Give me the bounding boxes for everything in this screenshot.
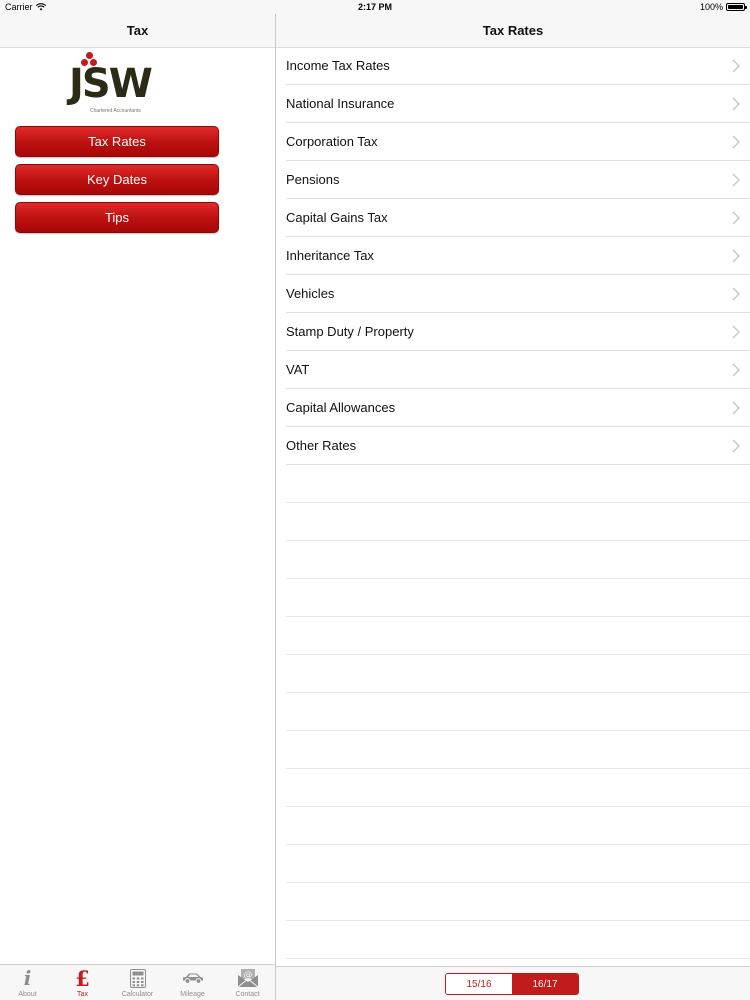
chevron-right-icon	[732, 211, 740, 225]
battery-icon	[726, 3, 747, 11]
tab-contact[interactable]: @ Contact	[220, 965, 275, 1000]
empty-row	[286, 845, 750, 883]
logo-wordmark: JSW	[69, 61, 153, 107]
chevron-right-icon	[732, 59, 740, 73]
list-item-corporation-tax[interactable]: Corporation Tax	[286, 123, 750, 161]
chevron-right-icon	[732, 135, 740, 149]
list-item-label: Capital Gains Tax	[286, 210, 388, 225]
chevron-right-icon	[732, 287, 740, 301]
list-item-label: Pensions	[286, 172, 340, 187]
tax-year-selector: 15/16 16/17	[445, 973, 579, 995]
tab-label: Calculator	[121, 991, 154, 998]
envelope-icon: @	[220, 967, 275, 989]
tax-menu: Tax Rates Key Dates Tips	[15, 126, 219, 240]
list-item-label: Capital Allowances	[286, 400, 396, 415]
list-item-inheritance-tax[interactable]: Inheritance Tax	[286, 237, 750, 275]
tax-rates-button[interactable]: Tax Rates	[15, 126, 219, 157]
chevron-right-icon	[732, 363, 740, 377]
logo-area: JSW Chartered Accountants	[0, 48, 275, 124]
empty-row	[286, 655, 750, 693]
svg-text:@: @	[243, 971, 252, 981]
empty-row	[286, 731, 750, 769]
empty-row	[286, 503, 750, 541]
list-item-capital-gains-tax[interactable]: Capital Gains Tax	[286, 199, 750, 237]
calculator-icon	[110, 967, 165, 989]
list-item-other-rates[interactable]: Other Rates	[286, 427, 750, 465]
tab-label: Contact	[235, 991, 260, 998]
chevron-right-icon	[732, 325, 740, 339]
list-item-label: Corporation Tax	[286, 134, 378, 149]
tab-about[interactable]: i About	[0, 965, 55, 1000]
list-item-stamp-duty-property[interactable]: Stamp Duty / Property	[286, 313, 750, 351]
tab-tax[interactable]: £ Tax	[55, 965, 110, 1000]
chevron-right-icon	[732, 173, 740, 187]
master-title: Tax	[126, 23, 149, 38]
app-window: Carrier 2:17 PM 100% Tax JSW Chartered A…	[0, 0, 750, 1000]
tab-calculator[interactable]: Calculator	[110, 965, 165, 1000]
status-right: 100%	[699, 2, 747, 12]
status-bar: Carrier 2:17 PM 100%	[0, 0, 750, 14]
detail-title: Tax Rates	[482, 23, 544, 38]
logo-tagline: Chartered Accountants	[90, 108, 141, 114]
chevron-right-icon	[732, 249, 740, 263]
empty-row	[286, 693, 750, 731]
bottom-toolbar: 15/16 16/17	[276, 966, 750, 1000]
list-item-label: Stamp Duty / Property	[286, 324, 414, 339]
chevron-right-icon	[732, 439, 740, 453]
empty-row	[286, 465, 750, 503]
list-item-capital-allowances[interactable]: Capital Allowances	[286, 389, 750, 427]
pound-icon: £	[75, 965, 90, 991]
detail-pane: Tax Rates Income Tax Rates National Insu…	[276, 14, 750, 1000]
key-dates-button[interactable]: Key Dates	[15, 164, 219, 195]
empty-row	[286, 769, 750, 807]
list-item-national-insurance[interactable]: National Insurance	[286, 85, 750, 123]
chevron-right-icon	[732, 401, 740, 415]
clock: 2:17 PM	[357, 2, 392, 12]
empty-row	[286, 541, 750, 579]
list-item-vat[interactable]: VAT	[286, 351, 750, 389]
segment-15-16[interactable]: 15/16	[446, 974, 512, 994]
tips-button[interactable]: Tips	[15, 202, 219, 233]
empty-row	[286, 807, 750, 845]
jsw-logo: JSW Chartered Accountants	[68, 52, 168, 118]
list-item-label: Other Rates	[286, 438, 357, 453]
list-item-label: VAT	[286, 362, 310, 377]
tab-mileage[interactable]: Mileage	[165, 965, 220, 1000]
info-icon: i	[23, 966, 32, 990]
car-icon	[165, 967, 220, 989]
list-item-income-tax-rates[interactable]: Income Tax Rates	[286, 47, 750, 85]
segment-16-17[interactable]: 16/17	[512, 974, 578, 994]
empty-row	[286, 883, 750, 921]
tab-label: About	[18, 991, 37, 998]
list-item-pensions[interactable]: Pensions	[286, 161, 750, 199]
list-item-label: Vehicles	[286, 286, 335, 301]
tab-bar: i About £ Tax Calculator Mileage @ Conta…	[0, 964, 275, 1000]
master-nav-bar: Tax	[0, 14, 275, 48]
battery-percent: 100%	[699, 2, 723, 12]
empty-row	[286, 617, 750, 655]
empty-row	[286, 579, 750, 617]
tab-label: Tax	[77, 991, 88, 998]
list-item-label: National Insurance	[286, 96, 395, 111]
detail-nav-bar: Tax Rates	[276, 14, 750, 48]
tax-rates-list: Income Tax Rates National Insurance Corp…	[276, 47, 750, 959]
list-item-label: Inheritance Tax	[286, 248, 374, 263]
list-item-vehicles[interactable]: Vehicles	[286, 275, 750, 313]
tab-label: Mileage	[180, 991, 205, 998]
empty-row	[286, 921, 750, 959]
list-item-label: Income Tax Rates	[286, 58, 390, 73]
master-pane: Tax JSW Chartered Accountants Tax Rates …	[0, 14, 275, 1000]
chevron-right-icon	[732, 97, 740, 111]
